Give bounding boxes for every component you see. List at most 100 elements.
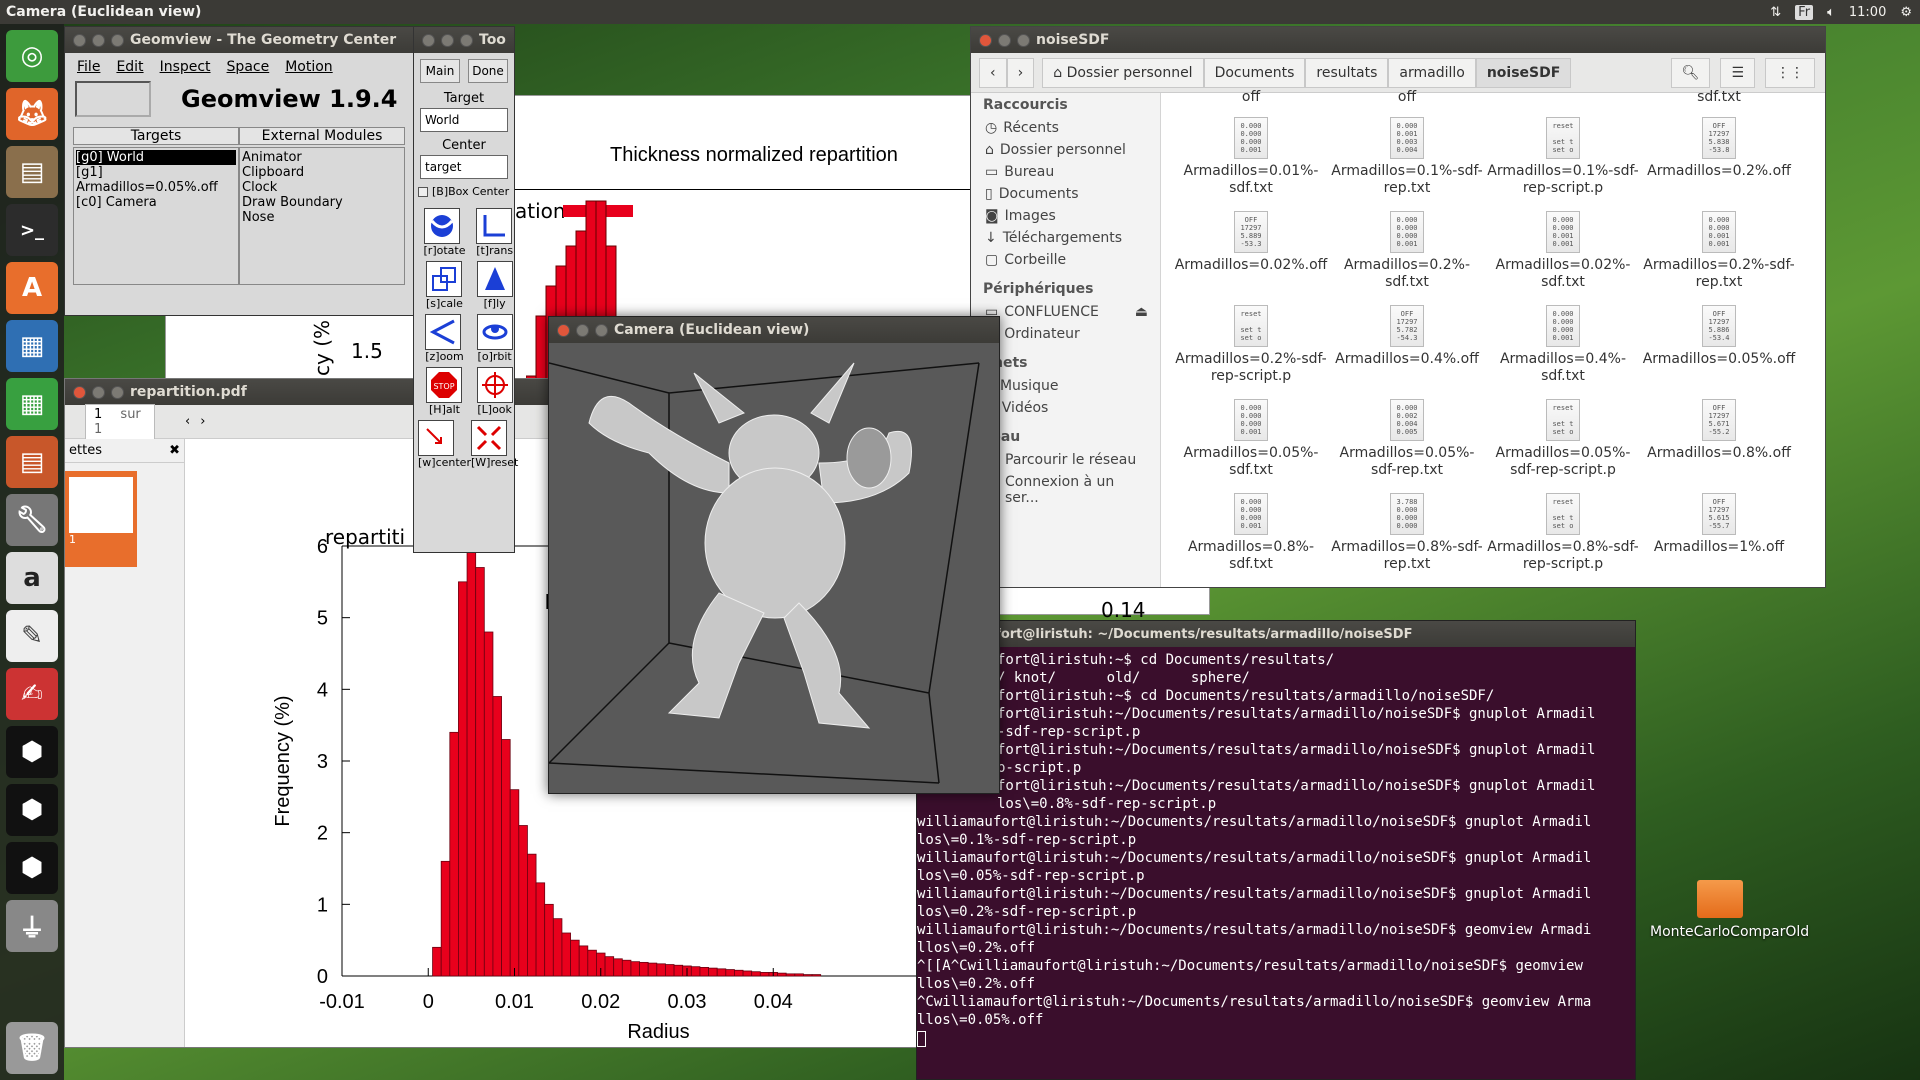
translate-icon[interactable] — [476, 208, 513, 244]
sidebar-item-images[interactable]: ◙ Images — [971, 205, 1160, 227]
search-icon[interactable]: 🔍︎ — [1670, 57, 1711, 88]
menu-inspect[interactable]: Inspect — [160, 59, 211, 75]
file-item[interactable]: 0.000 0.000 0.000 0.001 Armadillos=0.05%-… — [1173, 399, 1329, 479]
sidebar-item-home[interactable]: ⌂ Dossier personnel — [971, 139, 1160, 161]
list-item[interactable]: Clock — [242, 180, 402, 195]
settings-icon[interactable]: 🔧︎ — [6, 494, 58, 546]
amazon-icon[interactable]: a — [6, 552, 58, 604]
center-icon[interactable] — [418, 420, 454, 456]
ubuntu-icon[interactable]: ◎ — [6, 30, 58, 82]
close-icon[interactable] — [73, 385, 86, 399]
zoom-icon[interactable] — [425, 314, 462, 350]
impress-icon[interactable]: ▤ — [6, 436, 58, 488]
maximize-icon[interactable] — [111, 385, 124, 399]
targets-list[interactable]: [g0] World [g1] Armadillos=0.05%.off [c0… — [73, 147, 239, 285]
maximize-icon[interactable] — [111, 33, 124, 47]
target-field[interactable]: World — [420, 108, 508, 132]
breadcrumb-noisesdf[interactable]: noiseSDF — [1475, 57, 1572, 88]
file-item[interactable]: 0.000 0.000 0.001 0.001 Armadillos=0.2%-s… — [1641, 211, 1797, 291]
scale-icon[interactable] — [426, 261, 463, 297]
file-item[interactable]: OFF 17297 5.838 -53.8 Armadillos=0.2%.off — [1641, 117, 1797, 180]
menu-motion[interactable]: Motion — [285, 59, 332, 75]
close-icon[interactable] — [422, 33, 435, 47]
terminal-icon[interactable]: >_ — [6, 204, 58, 256]
files-titlebar[interactable]: noiseSDF — [971, 27, 1825, 53]
list-item[interactable]: Draw Boundary — [242, 195, 402, 210]
maximize-icon[interactable] — [1017, 33, 1030, 47]
file-item[interactable]: reset set t set o Armadillos=0.1%-sdf-rep… — [1485, 117, 1641, 197]
tab-external-modules[interactable]: External Modules — [239, 127, 405, 145]
geomview-icon[interactable]: ⬢ — [6, 842, 58, 894]
file-item-partial[interactable]: off — [1329, 89, 1485, 106]
modules-list[interactable]: Animator Clipboard Clock Draw Boundary N… — [239, 147, 405, 285]
close-sidebar-icon[interactable]: ✖ — [169, 443, 180, 458]
thumbnail-page[interactable]: 1 — [65, 471, 137, 567]
close-icon[interactable] — [979, 33, 992, 47]
keyboard-layout[interactable]: Fr — [1795, 4, 1814, 20]
file-item[interactable]: reset set t set o Armadillos=0.2%-sdf-rep… — [1173, 305, 1329, 385]
3d-viewport[interactable] — [548, 343, 999, 793]
geomview-icon[interactable]: ⬢ — [6, 726, 58, 778]
tools-window[interactable]: Too Main Done Target World Center target… — [413, 26, 518, 553]
trash-icon[interactable]: 🗑︎ — [6, 1022, 58, 1074]
list-view-icon[interactable]: ☰ — [1720, 57, 1755, 88]
file-item[interactable]: reset set t set o Armadillos=0.05%-sdf-re… — [1485, 399, 1641, 479]
minimize-icon[interactable] — [998, 33, 1011, 47]
next-page-icon[interactable]: › — [200, 414, 205, 429]
forward-button[interactable]: › — [1006, 57, 1035, 88]
list-item[interactable]: Animator — [242, 150, 402, 165]
stop-icon[interactable]: STOP — [426, 367, 463, 403]
terminal-output[interactable]: fort@liristuh:~$ cd Documents/resultats/… — [917, 647, 1635, 1047]
minimize-icon[interactable] — [92, 33, 105, 47]
file-item[interactable]: 0.000 0.000 0.000 0.001 Armadillos=0.2%-s… — [1329, 211, 1485, 291]
list-item[interactable]: Nose — [242, 210, 402, 225]
file-item[interactable]: 0.000 0.000 0.000 0.001 Armadillos=0.8%-s… — [1173, 493, 1329, 573]
center-field[interactable]: target — [420, 155, 508, 179]
file-item[interactable]: OFF 17297 5.886 -53.4 Armadillos=0.05%.of… — [1641, 305, 1797, 368]
prev-page-icon[interactable]: ‹ — [185, 414, 190, 429]
file-item[interactable]: 0.000 0.000 0.000 0.001 Armadillos=0.01%-… — [1173, 117, 1329, 197]
geomview-titlebar[interactable]: Geomview - The Geometry Center — [65, 27, 413, 53]
sidebar-item-downloads[interactable]: ↓ Téléchargements — [971, 227, 1160, 249]
software-center-icon[interactable]: A — [6, 262, 58, 314]
geomview-window[interactable]: Geomview - The Geometry Center File Edit… — [64, 26, 414, 316]
writer-icon[interactable]: ▦ — [6, 320, 58, 372]
text-editor-icon[interactable]: ✎ — [6, 610, 58, 662]
files-icon[interactable]: ▤ — [6, 146, 58, 198]
page-number-input[interactable]: 1 sur 1 — [85, 403, 155, 440]
file-manager-window[interactable]: noiseSDF ‹ › ⌂ Dossier personnel Documen… — [970, 26, 1826, 588]
fly-icon[interactable] — [476, 261, 513, 297]
breadcrumb-resultats[interactable]: resultats — [1305, 57, 1389, 88]
main-button[interactable]: Main — [420, 59, 460, 83]
file-item[interactable]: 0.000 0.001 0.003 0.004 Armadillos=0.1%-s… — [1329, 117, 1485, 197]
list-item[interactable]: [c0] Camera — [76, 195, 236, 210]
minimize-icon[interactable] — [92, 385, 105, 399]
terminal-window[interactable]: williamaufort@liristuh: ~/Documents/resu… — [916, 620, 1636, 1080]
file-item[interactable]: OFF 17297 5.671 -55.2 Armadillos=0.8%.off — [1641, 399, 1797, 462]
maximize-icon[interactable] — [595, 323, 608, 337]
menu-space[interactable]: Space — [227, 59, 270, 75]
file-item[interactable]: reset set t set o Armadillos=0.8%-sdf-rep… — [1485, 493, 1641, 573]
sidebar-item-recent[interactable]: ◷ Récents — [971, 117, 1160, 139]
gear-icon[interactable]: ⚙ — [1900, 5, 1912, 20]
list-item[interactable]: [g1] Armadillos=0.05%.off — [76, 165, 236, 195]
back-button[interactable]: ‹ — [979, 57, 1007, 88]
sidebar-item-trash[interactable]: ▢ Corbeille — [971, 249, 1160, 271]
camera-window[interactable]: Camera (Euclidean view) — [548, 316, 1000, 794]
firefox-icon[interactable]: 🦊︎ — [6, 88, 58, 140]
list-item[interactable]: Clipboard — [242, 165, 402, 180]
sidebar-item-documents[interactable]: ▯ Documents — [971, 183, 1160, 205]
list-item[interactable]: [g0] World — [76, 150, 236, 165]
sidebar-item-desktop[interactable]: ▭ Bureau — [971, 161, 1160, 183]
thumbnails-header[interactable]: ettes — [69, 443, 102, 458]
minimize-icon[interactable] — [576, 323, 589, 337]
breadcrumb-home[interactable]: ⌂ Dossier personnel — [1042, 57, 1204, 88]
tab-targets[interactable]: Targets — [73, 127, 239, 145]
look-icon[interactable] — [476, 367, 513, 403]
evince-icon[interactable]: ✍ — [6, 668, 58, 720]
breadcrumb-armadillo[interactable]: armadillo — [1388, 57, 1476, 88]
volume-icon[interactable]: 🔈︎ — [1827, 5, 1835, 20]
menu-file[interactable]: File — [77, 59, 100, 75]
camera-titlebar[interactable]: Camera (Euclidean view) — [549, 317, 999, 343]
file-item[interactable]: 0.000 0.002 0.004 0.005 Armadillos=0.05%-… — [1329, 399, 1485, 479]
